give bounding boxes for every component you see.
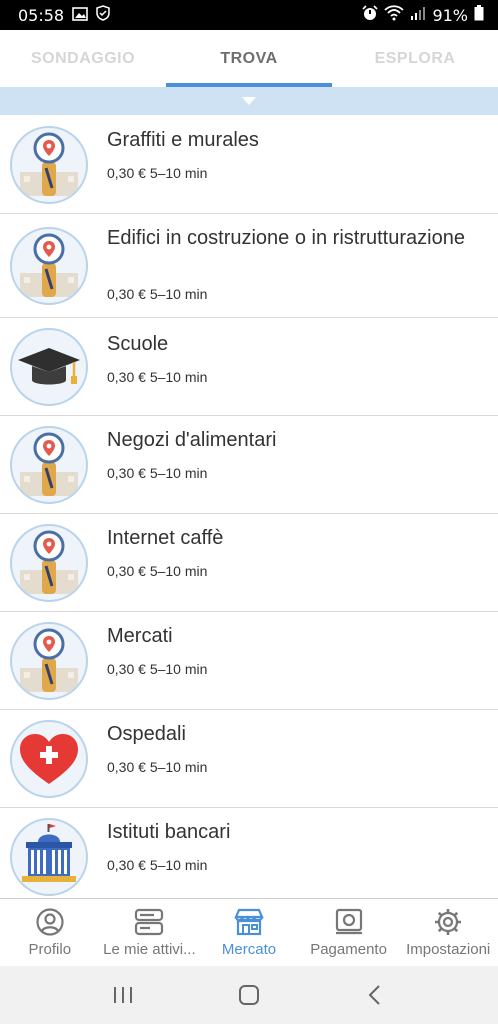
task-title: Negozi d'alimentari	[107, 429, 277, 451]
payment-icon	[334, 907, 364, 937]
task-duration: 5–10 min	[149, 165, 208, 181]
tab-sondaggio[interactable]: SONDAGGIO	[0, 30, 166, 87]
filter-toggle-bar[interactable]	[0, 87, 498, 115]
map-pin-icon	[10, 227, 88, 305]
task-meta: 0,30 € 5–10 min	[107, 369, 207, 385]
task-duration: 5–10 min	[149, 369, 208, 385]
tab-bar: SONDAGGIO TROVA ESPLORA	[0, 30, 498, 87]
profile-icon	[36, 907, 64, 937]
task-title: Internet caffè	[107, 527, 224, 549]
task-duration: 5–10 min	[149, 759, 208, 775]
tab-trova[interactable]: TROVA	[166, 30, 332, 87]
store-icon	[234, 907, 264, 937]
task-price: 0,30 €	[107, 165, 146, 181]
bank-building-icon	[10, 818, 88, 896]
task-item-edifici[interactable]: Edifici in costruzione o in ristrutturaz…	[0, 214, 498, 318]
signal-icon	[410, 5, 426, 25]
task-title: Istituti bancari	[107, 821, 231, 843]
task-meta: 0,30 € 5–10 min	[107, 465, 207, 481]
task-price: 0,30 €	[107, 369, 146, 385]
back-icon[interactable]	[355, 975, 395, 1015]
settings-icon	[433, 907, 463, 937]
task-meta: 0,30 € 5–10 min	[107, 563, 207, 579]
nav-impostazioni[interactable]: Impostazioni	[398, 899, 498, 966]
task-meta: 0,30 € 5–10 min	[107, 286, 207, 302]
task-duration: 5–10 min	[149, 286, 208, 302]
status-time: 05:58	[18, 5, 65, 25]
task-price: 0,30 €	[107, 857, 146, 873]
nav-label: Pagamento	[310, 941, 387, 958]
task-meta: 0,30 € 5–10 min	[107, 857, 207, 873]
wifi-icon	[384, 5, 405, 25]
task-price: 0,30 €	[107, 563, 146, 579]
task-duration: 5–10 min	[149, 661, 208, 677]
heart-cross-icon	[10, 720, 88, 798]
home-icon[interactable]	[229, 975, 269, 1015]
recent-apps-icon[interactable]	[103, 975, 143, 1015]
nav-label: Profilo	[28, 941, 72, 958]
nav-pagamento[interactable]: Pagamento	[299, 899, 399, 966]
map-pin-icon	[10, 126, 88, 204]
map-pin-icon	[10, 426, 88, 504]
task-item-scuole[interactable]: Scuole 0,30 € 5–10 min	[0, 318, 498, 416]
task-item-negozi[interactable]: Negozi d'alimentari 0,30 € 5–10 min	[0, 416, 498, 514]
task-item-istituti-bancari[interactable]: Istituti bancari 0,30 € 5–10 min	[0, 808, 498, 898]
battery-percent: 91%	[432, 5, 468, 25]
system-navigation-bar	[0, 966, 498, 1024]
map-pin-icon	[10, 524, 88, 602]
activities-icon	[134, 907, 164, 937]
task-duration: 5–10 min	[149, 857, 208, 873]
battery-icon	[474, 5, 484, 25]
nav-mercato[interactable]: Mercato	[199, 899, 299, 966]
task-title: Mercati	[107, 625, 173, 647]
task-meta: 0,30 € 5–10 min	[107, 759, 207, 775]
shield-icon	[96, 5, 110, 25]
nav-le-mie-attivita[interactable]: Le mie attivi...	[100, 899, 200, 966]
task-item-internet-caffe[interactable]: Internet caffè 0,30 € 5–10 min	[0, 514, 498, 612]
task-price: 0,30 €	[107, 465, 146, 481]
bottom-navigation: Profilo Le mie attivi... Mercato Pagamen…	[0, 898, 498, 966]
task-duration: 5–10 min	[149, 465, 208, 481]
task-meta: 0,30 € 5–10 min	[107, 165, 207, 181]
task-title: Scuole	[107, 333, 169, 355]
task-title: Ospedali	[107, 723, 186, 745]
task-duration: 5–10 min	[149, 563, 208, 579]
task-price: 0,30 €	[107, 661, 146, 677]
task-price: 0,30 €	[107, 286, 146, 302]
task-item-mercati[interactable]: Mercati 0,30 € 5–10 min	[0, 612, 498, 710]
task-item-graffiti[interactable]: Graffiti e murales 0,30 € 5–10 min	[0, 115, 498, 214]
image-icon	[72, 6, 88, 25]
nav-label: Mercato	[221, 941, 277, 958]
tab-esplora[interactable]: ESPLORA	[332, 30, 498, 87]
task-title: Edifici in costruzione o in ristrutturaz…	[107, 227, 465, 249]
nav-label: Impostazioni	[406, 941, 491, 958]
task-item-ospedali[interactable]: Ospedali 0,30 € 5–10 min	[0, 710, 498, 808]
map-pin-icon	[10, 622, 88, 700]
graduation-cap-icon	[10, 328, 88, 406]
nav-profilo[interactable]: Profilo	[0, 899, 100, 966]
caret-down-icon	[242, 97, 256, 105]
task-list: Graffiti e murales 0,30 € 5–10 min Edifi…	[0, 115, 498, 898]
task-meta: 0,30 € 5–10 min	[107, 661, 207, 677]
status-bar: 05:58 91%	[0, 0, 498, 30]
task-title: Graffiti e murales	[107, 129, 259, 151]
alarm-icon	[362, 5, 379, 25]
task-price: 0,30 €	[107, 759, 146, 775]
nav-label: Le mie attivi...	[103, 941, 196, 958]
